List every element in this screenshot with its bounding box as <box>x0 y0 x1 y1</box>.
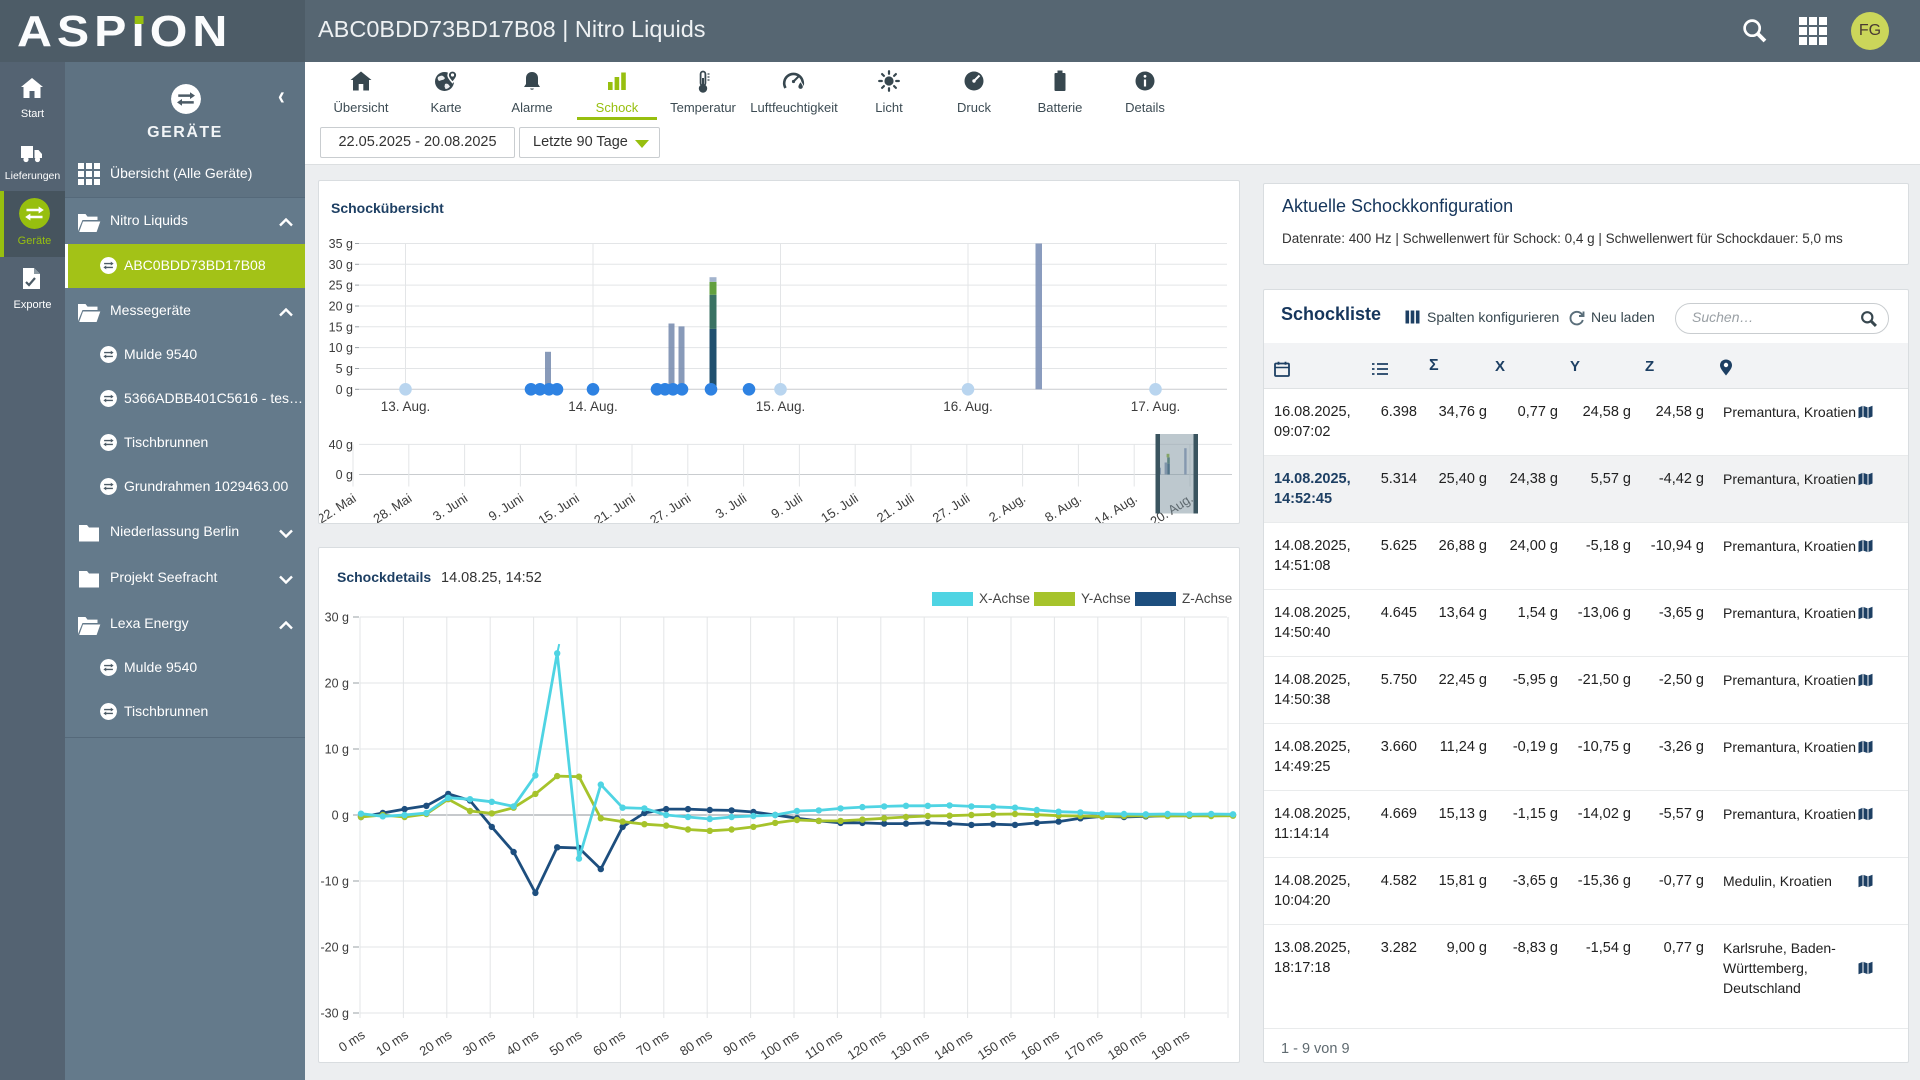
svg-text:140 ms: 140 ms <box>931 1027 975 1062</box>
svg-text:Y-Achse: Y-Achse <box>1081 591 1131 606</box>
svg-text:14. Aug.: 14. Aug. <box>568 399 618 414</box>
svg-text:8. Aug.: 8. Aug. <box>1042 490 1084 523</box>
svg-text:40 g: 40 g <box>329 438 353 452</box>
svg-text:X-Achse: X-Achse <box>979 591 1030 606</box>
svg-text:-10 g: -10 g <box>321 875 350 889</box>
svg-text:0 g: 0 g <box>336 383 353 397</box>
svg-text:9. Juni: 9. Juni <box>486 490 526 523</box>
svg-text:90 ms: 90 ms <box>720 1027 758 1059</box>
svg-text:21. Juli: 21. Juli <box>874 490 917 523</box>
svg-text:15. Aug.: 15. Aug. <box>756 399 806 414</box>
svg-text:20 g: 20 g <box>325 677 349 691</box>
svg-text:22. Mai: 22. Mai <box>319 490 359 523</box>
svg-text:27. Juli: 27. Juli <box>930 490 973 523</box>
svg-text:-30 g: -30 g <box>321 1007 350 1021</box>
svg-text:190 ms: 190 ms <box>1148 1027 1192 1062</box>
svg-text:100 ms: 100 ms <box>758 1027 802 1062</box>
svg-text:0 g: 0 g <box>332 809 349 823</box>
svg-text:180 ms: 180 ms <box>1105 1027 1149 1062</box>
svg-text:60 ms: 60 ms <box>590 1027 628 1059</box>
svg-text:5 g: 5 g <box>336 362 353 376</box>
svg-text:15. Juli: 15. Juli <box>818 490 861 523</box>
svg-text:17. Aug.: 17. Aug. <box>1131 399 1181 414</box>
svg-text:9. Juli: 9. Juli <box>768 490 805 521</box>
svg-text:0 g: 0 g <box>336 468 353 482</box>
svg-text:15 g: 15 g <box>329 320 353 334</box>
svg-text:10 ms: 10 ms <box>373 1027 411 1059</box>
svg-text:15. Juni: 15. Juni <box>535 490 581 523</box>
svg-text:40 ms: 40 ms <box>503 1027 541 1059</box>
svg-text:0 ms: 0 ms <box>336 1027 368 1055</box>
svg-text:25 g: 25 g <box>329 279 353 293</box>
svg-text:21. Juni: 21. Juni <box>591 490 637 523</box>
svg-text:120 ms: 120 ms <box>845 1027 889 1062</box>
svg-text:2. Aug.: 2. Aug. <box>986 490 1028 523</box>
svg-text:170 ms: 170 ms <box>1062 1027 1106 1062</box>
svg-text:10 g: 10 g <box>325 743 349 757</box>
svg-text:35 g: 35 g <box>329 237 353 251</box>
svg-text:110 ms: 110 ms <box>802 1027 846 1062</box>
svg-text:28. Mai: 28. Mai <box>371 490 415 523</box>
svg-text:130 ms: 130 ms <box>888 1027 932 1062</box>
svg-text:3. Juli: 3. Juli <box>713 490 750 521</box>
svg-text:150 ms: 150 ms <box>975 1027 1019 1062</box>
svg-text:30 g: 30 g <box>325 611 349 625</box>
svg-text:Schockdetails: Schockdetails <box>337 569 431 585</box>
svg-text:10 g: 10 g <box>329 341 353 355</box>
svg-text:-20 g: -20 g <box>321 941 350 955</box>
svg-text:20 g: 20 g <box>329 300 353 314</box>
svg-text:30 ms: 30 ms <box>460 1027 498 1059</box>
svg-text:3. Juni: 3. Juni <box>430 490 470 523</box>
svg-text:Z-Achse: Z-Achse <box>1182 591 1232 606</box>
svg-text:27. Juni: 27. Juni <box>647 490 693 523</box>
svg-text:160 ms: 160 ms <box>1018 1027 1062 1062</box>
svg-text:70 ms: 70 ms <box>634 1027 672 1059</box>
svg-text:13. Aug.: 13. Aug. <box>381 399 431 414</box>
svg-text:Schockübersicht: Schockübersicht <box>331 200 444 216</box>
svg-text:14.08.25, 14:52: 14.08.25, 14:52 <box>441 570 542 586</box>
svg-text:20 ms: 20 ms <box>417 1027 455 1059</box>
svg-text:14. Aug.: 14. Aug. <box>1092 490 1140 523</box>
svg-text:50 ms: 50 ms <box>547 1027 585 1059</box>
svg-text:80 ms: 80 ms <box>677 1027 715 1059</box>
svg-text:16. Aug.: 16. Aug. <box>943 399 993 414</box>
svg-text:30 g: 30 g <box>329 258 353 272</box>
